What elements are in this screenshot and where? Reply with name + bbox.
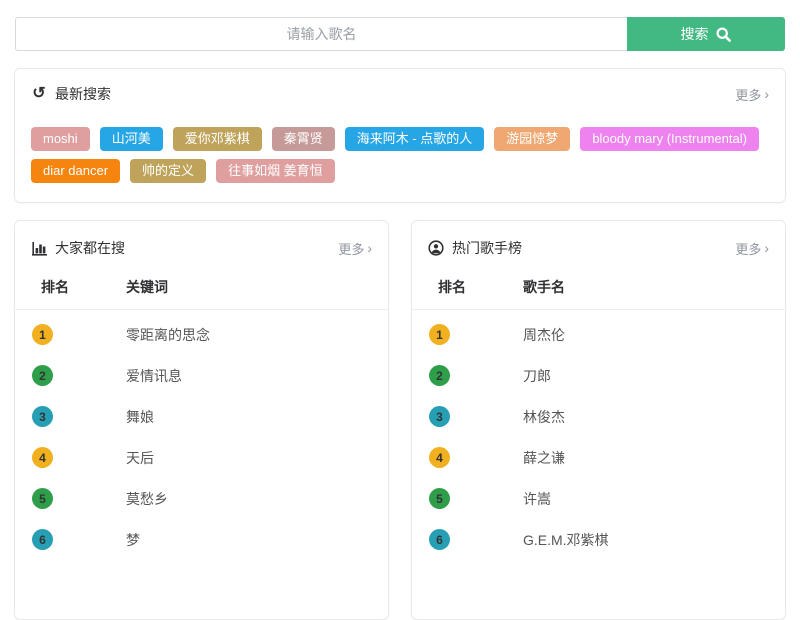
search-tag[interactable]: diar dancer — [31, 159, 120, 183]
rank-row: 1 零距离的思念 — [15, 314, 388, 355]
hot-keywords-title: 大家都在搜 — [55, 238, 125, 258]
hot-singers-more-link[interactable]: 更多 › — [735, 239, 769, 258]
hot-singers-panel: 热门歌手榜 更多 › 排名 歌手名 1 周杰伦 2 刀郎 3 林俊杰 4 薛之谦 5 许嵩 6 G.E… — [411, 220, 786, 620]
keyword-link[interactable]: 爱情讯息 — [110, 366, 388, 386]
search-tag[interactable]: moshi — [31, 127, 90, 151]
search-input[interactable] — [15, 17, 627, 51]
rank-badge: 4 — [32, 447, 53, 468]
rank-badge: 5 — [429, 488, 450, 509]
hot-keywords-table-header: 排名 关键词 — [15, 259, 388, 310]
search-tag[interactable]: 爱你邓紫棋 — [173, 127, 262, 151]
rank-row: 6 G.E.M.邓紫棋 — [412, 519, 785, 560]
chevron-right-icon: › — [764, 87, 769, 101]
chevron-right-icon: › — [764, 241, 769, 255]
rank-badge: 1 — [429, 324, 450, 345]
singer-link[interactable]: 林俊杰 — [507, 407, 785, 427]
latest-more-link[interactable]: 更多 › — [735, 85, 769, 104]
latest-search-title: 最新搜索 — [55, 84, 111, 104]
search-tag[interactable]: 山河美 — [100, 127, 163, 151]
hot-singers-rows: 1 周杰伦 2 刀郎 3 林俊杰 4 薛之谦 5 许嵩 6 G.E.M.邓紫棋 — [412, 310, 785, 560]
column-keyword: 关键词 — [110, 277, 388, 297]
search-icon — [716, 26, 732, 42]
rank-cell: 1 — [15, 324, 110, 345]
rank-badge: 4 — [429, 447, 450, 468]
keyword-link[interactable]: 莫愁乡 — [110, 489, 388, 509]
hot-singers-table-header: 排名 歌手名 — [412, 259, 785, 310]
column-singer: 歌手名 — [507, 277, 785, 297]
rank-cell: 3 — [15, 406, 110, 427]
singer-link[interactable]: 薛之谦 — [507, 448, 785, 468]
search-button[interactable]: 搜索 — [627, 17, 785, 51]
rank-badge: 5 — [32, 488, 53, 509]
rank-cell: 6 — [15, 529, 110, 550]
more-label: 更多 — [735, 85, 761, 104]
rank-badge: 3 — [429, 406, 450, 427]
singer-link[interactable]: G.E.M.邓紫棋 — [507, 530, 785, 550]
user-icon — [428, 240, 444, 256]
search-tag[interactable]: 帅的定义 — [130, 159, 206, 183]
singer-link[interactable]: 刀郎 — [507, 366, 785, 386]
keyword-link[interactable]: 零距离的思念 — [110, 325, 388, 345]
rank-row: 4 天后 — [15, 437, 388, 478]
more-label: 更多 — [338, 239, 364, 258]
more-label: 更多 — [735, 239, 761, 258]
search-tag[interactable]: bloody mary (Instrumental) — [580, 127, 759, 151]
column-rank: 排名 — [412, 277, 507, 297]
rank-cell: 1 — [412, 324, 507, 345]
rank-badge: 6 — [32, 529, 53, 550]
chevron-right-icon: › — [367, 241, 372, 255]
search-tag[interactable]: 往事如烟 姜育恒 — [216, 159, 335, 183]
rank-row: 4 薛之谦 — [412, 437, 785, 478]
singer-link[interactable]: 周杰伦 — [507, 325, 785, 345]
hot-keywords-more-link[interactable]: 更多 › — [338, 239, 372, 258]
rank-panels: 大家都在搜 更多 › 排名 关键词 1 零距离的思念 2 爱情讯息 3 舞娘 4 天后 5 莫愁乡… — [14, 220, 786, 620]
rank-badge: 2 — [32, 365, 53, 386]
bar-chart-icon — [31, 240, 47, 256]
latest-search-card: ↺ 最新搜索 更多 › moshi 山河美爱你邓紫棋秦霄贤海来阿木 - 点歌的人游… — [14, 68, 786, 203]
rank-row: 2 爱情讯息 — [15, 355, 388, 396]
rank-cell: 2 — [412, 365, 507, 386]
hot-keywords-panel: 大家都在搜 更多 › 排名 关键词 1 零距离的思念 2 爱情讯息 3 舞娘 4 天后 5 莫愁乡… — [14, 220, 389, 620]
keyword-link[interactable]: 梦 — [110, 530, 388, 550]
rank-cell: 3 — [412, 406, 507, 427]
rank-cell: 4 — [412, 447, 507, 468]
search-tag[interactable]: 秦霄贤 — [272, 127, 335, 151]
keyword-link[interactable]: 舞娘 — [110, 407, 388, 427]
column-rank: 排名 — [15, 277, 110, 297]
rank-badge: 6 — [429, 529, 450, 550]
rank-row: 5 许嵩 — [412, 478, 785, 519]
rank-cell: 5 — [15, 488, 110, 509]
keyword-link[interactable]: 天后 — [110, 448, 388, 468]
rank-cell: 4 — [15, 447, 110, 468]
rank-badge: 3 — [32, 406, 53, 427]
rank-cell: 2 — [15, 365, 110, 386]
tag-list: moshi 山河美爱你邓紫棋秦霄贤海来阿木 - 点歌的人游园惊梦 bloody ma… — [31, 127, 769, 183]
hot-keywords-rows: 1零距离的思念2爱情讯息3舞娘4天后5莫愁乡6梦 — [15, 310, 388, 560]
rank-row: 3 舞娘 — [15, 396, 388, 437]
search-tag[interactable]: 游园惊梦 — [494, 127, 570, 151]
history-icon: ↺ — [31, 86, 47, 102]
search-bar: 搜索 — [15, 17, 785, 51]
rank-cell: 5 — [412, 488, 507, 509]
search-tag[interactable]: 海来阿木 - 点歌的人 — [345, 127, 485, 151]
rank-row: 6梦 — [15, 519, 388, 560]
hot-singers-title: 热门歌手榜 — [452, 238, 522, 258]
rank-badge: 2 — [429, 365, 450, 386]
rank-row: 2 刀郎 — [412, 355, 785, 396]
search-button-label: 搜索 — [681, 24, 709, 44]
rank-badge: 1 — [32, 324, 53, 345]
rank-row: 5 莫愁乡 — [15, 478, 388, 519]
singer-link[interactable]: 许嵩 — [507, 489, 785, 509]
rank-row: 1 周杰伦 — [412, 314, 785, 355]
rank-cell: 6 — [412, 529, 507, 550]
rank-row: 3 林俊杰 — [412, 396, 785, 437]
